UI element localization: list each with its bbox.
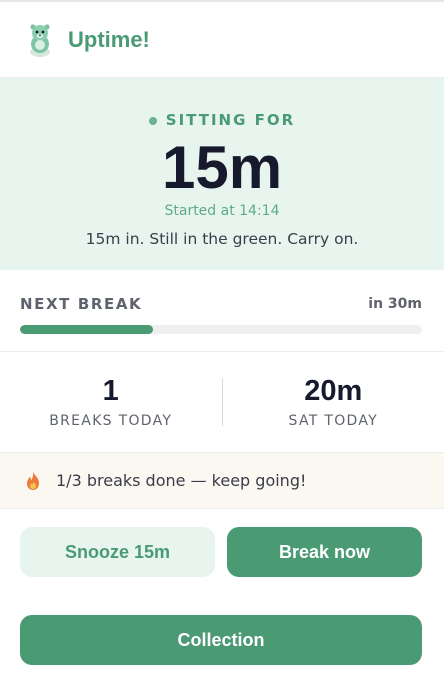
- status-label: SITTING FOR: [165, 111, 296, 129]
- snooze-button[interactable]: Snooze 15m: [20, 527, 215, 577]
- otter-mascot-icon: [30, 23, 50, 57]
- next-break-countdown: in 30m: [368, 296, 422, 312]
- next-break-label: NEXT BREAK: [20, 295, 143, 313]
- collection-button[interactable]: Collection: [20, 615, 422, 665]
- status-row: SITTING FOR: [0, 109, 444, 131]
- stat-label: BREAKS TODAY: [49, 413, 173, 429]
- action-row: Snooze 15m Break now: [0, 509, 444, 577]
- stat-value: 1: [102, 375, 119, 407]
- status-dot-icon: [148, 117, 157, 125]
- stat-label: SAT TODAY: [288, 413, 378, 429]
- status-message: 15m in. Still in the green. Carry on.: [85, 230, 359, 248]
- sitting-duration: 15m: [161, 134, 283, 201]
- daily-stats: 1 BREAKS TODAY 20m SAT TODAY: [0, 352, 444, 453]
- started-time: Started at 14:14: [164, 203, 280, 219]
- streak-banner: 1/3 breaks done — keep going!: [0, 453, 444, 509]
- flame-icon: [27, 471, 39, 490]
- app-title: Uptime!: [68, 26, 150, 52]
- stat-breaks-today: 1 BREAKS TODAY: [0, 375, 222, 429]
- streak-text: 1/3 breaks done — keep going!: [56, 471, 307, 490]
- stat-value: 20m: [304, 375, 363, 407]
- next-break-progress-fill: [20, 325, 153, 334]
- next-break-section: NEXT BREAK in 30m: [0, 270, 444, 352]
- sitting-status-panel: SITTING FOR 15m Started at 14:14 15m in.…: [0, 78, 444, 270]
- next-break-progress-bar: [20, 325, 422, 334]
- app-header: Uptime!: [0, 2, 444, 78]
- break-now-button[interactable]: Break now: [227, 527, 422, 577]
- stat-sat-today: 20m SAT TODAY: [223, 375, 444, 429]
